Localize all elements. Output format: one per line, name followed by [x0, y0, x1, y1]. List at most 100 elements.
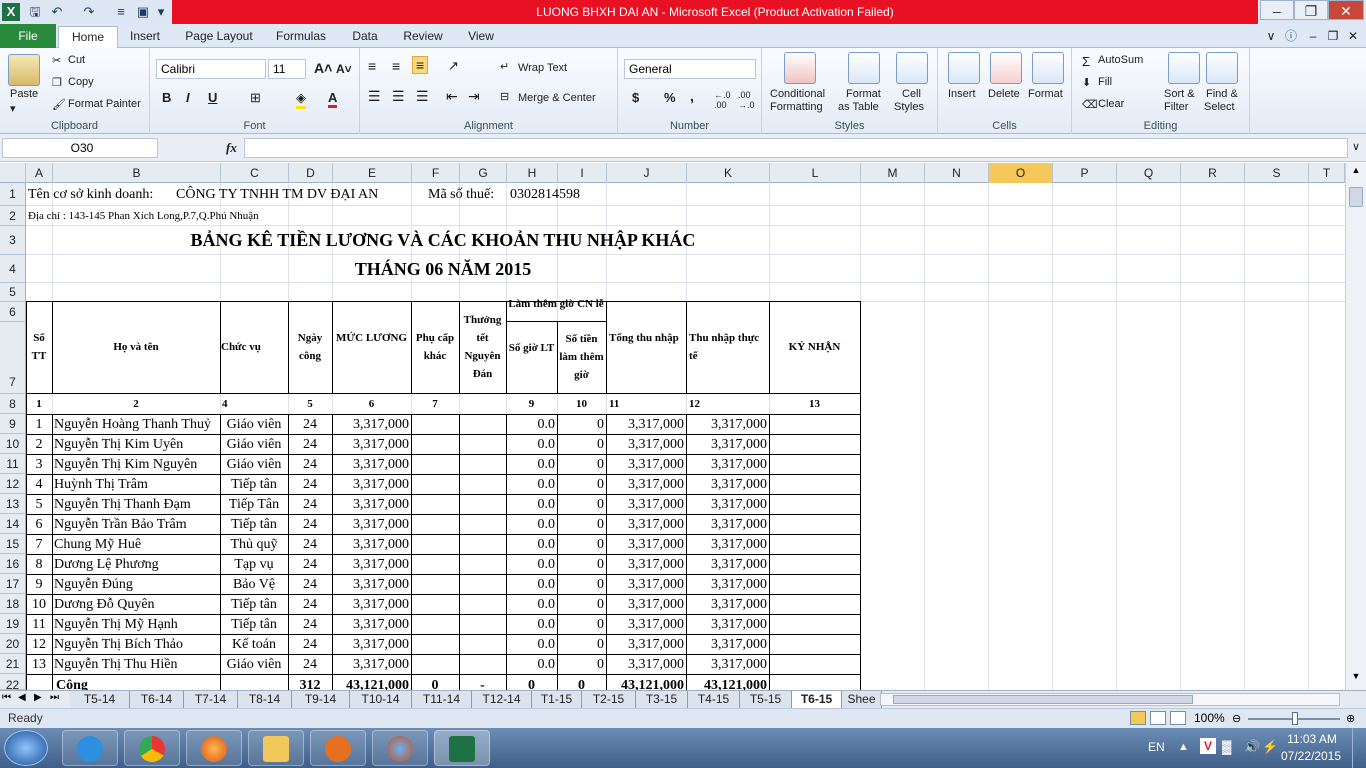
paste-dropdown-icon[interactable]: ▾: [10, 102, 16, 115]
number-format-select[interactable]: General: [624, 59, 756, 79]
network-icon[interactable]: ▓: [1222, 739, 1231, 754]
cell-ot-hours[interactable]: 0.0: [506, 455, 557, 474]
row-header[interactable]: 3: [0, 226, 26, 255]
cell-net-income[interactable]: 3,317,000: [686, 575, 769, 594]
select-all-corner[interactable]: [0, 163, 26, 183]
paste-icon[interactable]: [8, 54, 40, 86]
column-header[interactable]: I: [558, 163, 607, 183]
cell-stt[interactable]: 7: [26, 535, 52, 554]
cell-net-income[interactable]: 3,317,000: [686, 455, 769, 474]
conditional-formatting-button[interactable]: Conditional: [770, 88, 825, 100]
cell-styles-button-line2[interactable]: Styles: [894, 101, 924, 113]
delete-cells-icon[interactable]: [990, 52, 1022, 84]
cell-employee-name[interactable]: Huỳnh Thị Trâm: [54, 475, 220, 494]
taskbar-firefox[interactable]: [186, 730, 242, 766]
cell-net-income[interactable]: 3,317,000: [686, 515, 769, 534]
expand-formula-bar-icon[interactable]: ∨: [1352, 140, 1360, 153]
column-header[interactable]: S: [1245, 163, 1309, 183]
cell-salary[interactable]: 3,317,000: [332, 635, 411, 654]
cell-total-income[interactable]: 3,317,000: [606, 435, 686, 454]
first-sheet-icon[interactable]: ⏮: [2, 692, 11, 703]
row-header[interactable]: 7: [0, 322, 26, 394]
cell-position[interactable]: Tiếp Tân: [220, 495, 288, 514]
column-header[interactable]: J: [607, 163, 687, 183]
cell-total-income[interactable]: 3,317,000: [606, 615, 686, 634]
cell-ot-amount[interactable]: 0: [557, 535, 606, 554]
column-header[interactable]: P: [1053, 163, 1117, 183]
cell-stt[interactable]: 12: [26, 635, 52, 654]
cell-employee-name[interactable]: Nguyễn Trần Bảo Trâm: [54, 515, 220, 534]
cell-ot-hours[interactable]: 0.0: [506, 575, 557, 594]
cell-position[interactable]: Giáo viên: [220, 655, 288, 674]
column-header[interactable]: D: [289, 163, 333, 183]
workbook-restore-icon[interactable]: ❐: [1324, 26, 1342, 48]
cell-ot-hours[interactable]: 0.0: [506, 535, 557, 554]
cell-salary[interactable]: 3,317,000: [332, 435, 411, 454]
cell-days[interactable]: 24: [288, 475, 332, 494]
align-center-icon[interactable]: ☰: [392, 88, 405, 105]
taskbar-media[interactable]: [310, 730, 366, 766]
wrap-text-button[interactable]: Wrap Text: [518, 62, 567, 74]
align-bottom-icon[interactable]: ≡: [412, 56, 429, 74]
menu-icon[interactable]: ≡: [112, 3, 130, 21]
cell-position[interactable]: Tiếp tân: [220, 515, 288, 534]
cell-salary[interactable]: 3,317,000: [332, 615, 411, 634]
scroll-up-icon[interactable]: ▲: [1348, 165, 1364, 181]
print-preview-icon[interactable]: ▣: [134, 3, 152, 21]
sheet-tab[interactable]: T8-14: [238, 691, 292, 708]
language-indicator[interactable]: EN: [1148, 740, 1165, 754]
column-header[interactable]: R: [1181, 163, 1245, 183]
taskbar-chrome[interactable]: [124, 730, 180, 766]
delete-cells-button[interactable]: Delete: [988, 88, 1020, 100]
column-header[interactable]: C: [221, 163, 289, 183]
sort-filter-button-line2[interactable]: Filter: [1164, 101, 1188, 113]
cell-stt[interactable]: 1: [26, 415, 52, 434]
sheet-tab[interactable]: T4-15: [688, 691, 740, 708]
font-name-select[interactable]: Calibri: [156, 59, 266, 79]
fill-button[interactable]: Fill: [1098, 76, 1112, 88]
cell-salary[interactable]: 3,317,000: [332, 535, 411, 554]
decrease-decimal-icon[interactable]: .00 →.0: [738, 90, 755, 110]
cell-stt[interactable]: 3: [26, 455, 52, 474]
column-header[interactable]: L: [770, 163, 861, 183]
minimize-ribbon-icon[interactable]: ∨: [1262, 26, 1280, 48]
start-button[interactable]: [4, 730, 48, 766]
cell-total-income[interactable]: 3,317,000: [606, 655, 686, 674]
cell-stt[interactable]: 9: [26, 575, 52, 594]
cell-employee-name[interactable]: Dương Lệ Phương: [54, 555, 220, 574]
cell-stt[interactable]: 13: [26, 655, 52, 674]
row-header[interactable]: 2: [0, 206, 26, 226]
cell-ot-hours[interactable]: 0.0: [506, 555, 557, 574]
paste-button[interactable]: Paste: [10, 88, 38, 100]
cell-days[interactable]: 24: [288, 535, 332, 554]
shrink-font-icon[interactable]: A˅: [336, 62, 352, 76]
align-middle-icon[interactable]: ≡: [392, 58, 400, 74]
cell-salary[interactable]: 3,317,000: [332, 595, 411, 614]
sheet-tab[interactable]: T5-15: [740, 691, 792, 708]
row-header[interactable]: 22: [0, 674, 26, 690]
cell-days[interactable]: 24: [288, 515, 332, 534]
tab-insert[interactable]: Insert: [122, 26, 168, 48]
cell-employee-name[interactable]: Nguyễn Thị Kim Uyên: [54, 435, 220, 454]
sort-filter-button[interactable]: Sort &: [1164, 88, 1195, 100]
cell-stt[interactable]: 5: [26, 495, 52, 514]
column-header[interactable]: Q: [1117, 163, 1181, 183]
sheet-tab[interactable]: T6-14: [130, 691, 184, 708]
page-layout-view-icon[interactable]: [1150, 711, 1166, 725]
row-header[interactable]: 13: [0, 494, 26, 514]
cell-position[interactable]: Tiếp tân: [220, 475, 288, 494]
cell-employee-name[interactable]: Nguyễn Thị Mỹ Hạnh: [54, 615, 220, 634]
tab-formulas[interactable]: Formulas: [270, 26, 332, 48]
insert-cells-icon[interactable]: [948, 52, 980, 84]
clear-button[interactable]: Clear: [1098, 98, 1124, 110]
clock-time[interactable]: 11:03 AM: [1280, 732, 1344, 746]
fill-color-icon[interactable]: ◈: [296, 90, 306, 109]
taskbar-explorer[interactable]: [248, 730, 304, 766]
cell-ot-amount[interactable]: 0: [557, 595, 606, 614]
cell-employee-name[interactable]: Nguyễn Thị Thanh Đạm: [54, 495, 220, 514]
restore-button[interactable]: ❐: [1294, 0, 1328, 20]
insert-function-icon[interactable]: fx: [226, 140, 237, 156]
cell-ot-hours[interactable]: 0.0: [506, 415, 557, 434]
cell-ot-amount[interactable]: 0: [557, 415, 606, 434]
zoom-slider-thumb[interactable]: [1292, 712, 1298, 725]
